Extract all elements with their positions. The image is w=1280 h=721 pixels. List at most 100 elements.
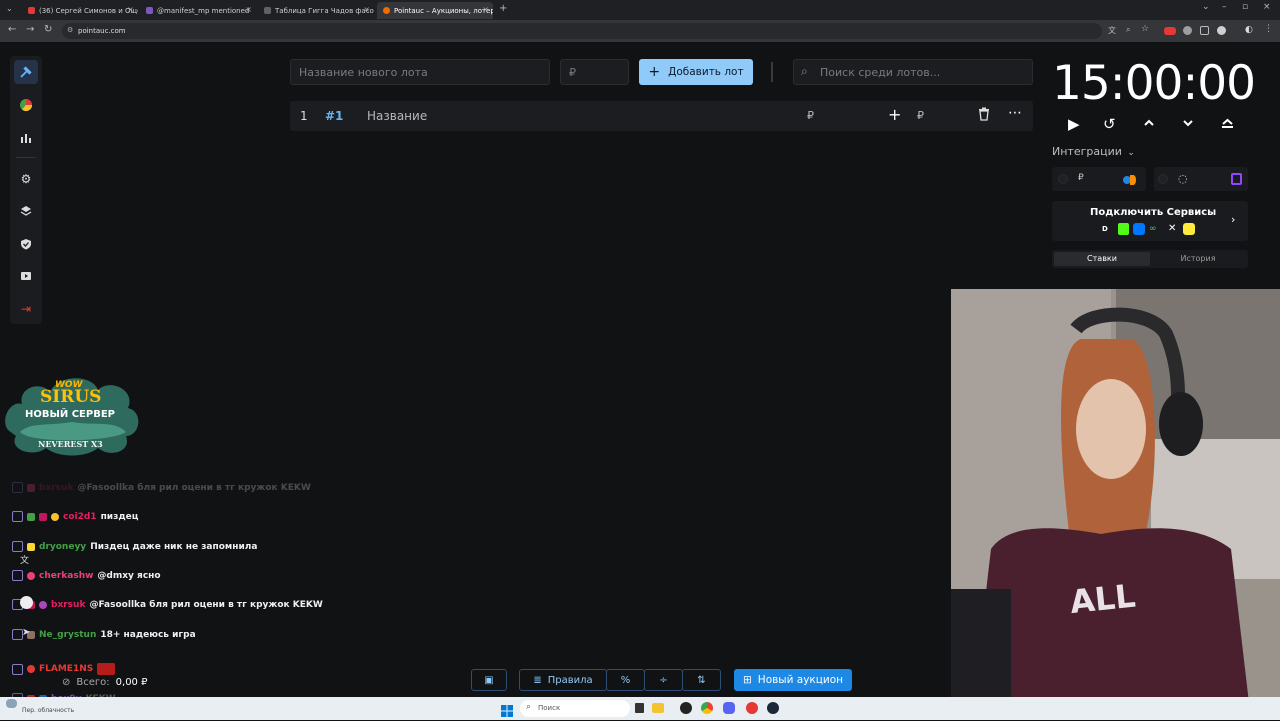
chat-text: 18+ надеюсь игра	[100, 629, 196, 640]
reload-icon[interactable]: ↻	[44, 24, 52, 35]
layers-icon[interactable]	[14, 199, 38, 223]
address-bar[interactable]: ⚙ pointauc.com	[62, 23, 1102, 39]
toggle-off-icon[interactable]	[1058, 174, 1068, 184]
chevron-down-icon: ⌄	[1127, 148, 1135, 158]
lot-amount-currency: ₽	[807, 109, 814, 122]
new-tab-icon[interactable]: +	[499, 3, 507, 14]
chat-text: @dmxy ясно	[97, 570, 161, 581]
chevron-down-icon[interactable]	[1182, 115, 1194, 133]
bids-history-tabs: Ставки История	[1052, 250, 1248, 268]
connect-services-button[interactable]: Подключить Сервисы D ∞ ✕ ›	[1052, 201, 1248, 241]
twitch-icon	[1231, 173, 1242, 185]
stats-icon[interactable]	[14, 126, 38, 150]
integration-card-donationalerts[interactable]: ₽	[1052, 167, 1146, 191]
sync-icon[interactable]: ◐	[1245, 25, 1253, 35]
auction-icon[interactable]	[14, 60, 38, 84]
extension-icon[interactable]	[1183, 26, 1192, 35]
chat-nick: cherkashw	[39, 570, 94, 581]
tab-bids[interactable]: Ставки	[1054, 252, 1150, 266]
integrations-toggle[interactable]: Интеграции ⌄	[1052, 145, 1135, 158]
chevron-up-icon[interactable]	[1143, 115, 1155, 133]
browser-tab-4[interactable]: Pointauc – Аукционы, лотереи ×	[377, 2, 493, 19]
trash-icon[interactable]	[978, 107, 990, 124]
double-up-icon[interactable]	[1221, 115, 1234, 133]
back-icon[interactable]: ←	[8, 24, 16, 35]
amount-currency-placeholder: ₽	[569, 66, 576, 79]
auction-timer: 15:00:00	[1052, 56, 1256, 111]
site-info-icon[interactable]: ⚙	[67, 26, 73, 34]
sort-button[interactable]: ⇅	[682, 669, 721, 691]
browser-tab-3[interactable]: Таблица Гигга Чадов фасольки ×	[258, 2, 374, 19]
app-icon[interactable]	[680, 702, 692, 714]
chat-message: coi2d1 пиздец	[12, 511, 138, 522]
badge-icon	[27, 512, 35, 521]
zoom-icon[interactable]: ⌕	[1126, 25, 1130, 35]
task-view-icon[interactable]	[635, 703, 644, 713]
chat-nick: coi2d1	[63, 511, 97, 522]
extension-icon[interactable]	[1164, 27, 1176, 35]
split-button[interactable]: ÷	[644, 669, 683, 691]
plus-icon[interactable]: +	[888, 105, 901, 124]
windows-start-icon[interactable]	[501, 702, 513, 717]
discord-icon[interactable]	[723, 702, 735, 714]
tab-list-icon[interactable]: ⌄	[6, 4, 13, 13]
promo-realm: NEVEREST X3	[38, 439, 103, 449]
divide-icon: ÷	[659, 674, 668, 686]
steam-icon[interactable]	[767, 702, 779, 714]
plus-icon: +	[648, 64, 661, 80]
profile-icon[interactable]: ⌄	[1202, 2, 1210, 12]
bookmark-star-icon[interactable]: ☆	[1141, 24, 1149, 34]
logout-icon[interactable]: ⇥	[14, 297, 38, 321]
taskbar-search[interactable]: ⌕ Поиск	[520, 700, 630, 717]
save-button[interactable]: ▣	[471, 669, 507, 691]
new-lot-name-input[interactable]: Название нового лота	[290, 59, 550, 85]
video-icon[interactable]	[14, 264, 38, 288]
new-auction-button[interactable]: ⊞ Новый аукцион	[734, 669, 852, 691]
shield-icon[interactable]	[14, 232, 38, 256]
more-icon[interactable]: ⋯	[1008, 105, 1022, 121]
new-lot-amount-input[interactable]: ₽	[560, 59, 629, 85]
lot-add-currency[interactable]: ₽	[917, 109, 924, 122]
browser-tab-4-label: Pointauc – Аукционы, лотереи	[394, 6, 493, 15]
lot-row[interactable]: 1 #1 Название ₽ + ₽ ⋯	[290, 101, 1033, 131]
weather-label: Пер. облачность	[22, 707, 75, 714]
close-tab-icon[interactable]: ×	[127, 5, 134, 14]
lot-name[interactable]: Название	[367, 109, 427, 123]
browser-tab-2-label: @manifest_mp mentioned	[157, 6, 250, 15]
kick-icon	[1118, 223, 1129, 235]
browser-tab-1[interactable]: (36) Сергей Симонов и Ощёл ×	[22, 2, 138, 19]
close-tab-icon[interactable]: ×	[363, 5, 370, 14]
new-lot-name-placeholder: Название нового лота	[299, 66, 428, 79]
chrome-icon[interactable]	[701, 702, 713, 714]
close-tab-icon[interactable]: ×	[245, 5, 252, 14]
lot-search-input[interactable]: ⌕ Поиск среди лотов...	[793, 59, 1033, 85]
heart-icon	[39, 600, 47, 609]
integration-card-twitch[interactable]: ◌	[1154, 167, 1248, 191]
play-icon[interactable]: ▶	[1068, 115, 1080, 133]
maximize-icon[interactable]: ▫	[1242, 2, 1248, 12]
vk-icon	[1133, 223, 1145, 235]
extension-icon[interactable]	[1200, 26, 1209, 35]
app-icon[interactable]	[746, 702, 758, 714]
browser-tab-2[interactable]: @manifest_mp mentioned ×	[140, 2, 256, 19]
translate-icon[interactable]: 文	[1108, 25, 1116, 36]
connect-services-label: Подключить Сервисы	[1090, 207, 1217, 218]
add-lot-button[interactable]: + Добавить лот	[639, 59, 753, 85]
forward-icon[interactable]: →	[26, 24, 34, 35]
close-window-icon[interactable]: ×	[1263, 2, 1271, 12]
browser-tab-3-label: Таблица Гигга Чадов фасольки	[275, 6, 374, 15]
close-tab-icon[interactable]: ×	[482, 5, 489, 14]
eye-off-icon[interactable]: ⊘	[62, 677, 70, 688]
total-value: 0,00 ₽	[115, 677, 148, 688]
tab-history[interactable]: История	[1150, 252, 1246, 266]
toggle-off-icon[interactable]	[1158, 174, 1168, 184]
percent-button[interactable]: %	[606, 669, 645, 691]
menu-icon[interactable]: ⋮	[1264, 24, 1273, 34]
reset-icon[interactable]: ↺	[1103, 115, 1116, 133]
rules-button[interactable]: ≣ Правила	[519, 669, 607, 691]
wheel-icon[interactable]	[14, 93, 38, 117]
settings-icon[interactable]: ⚙	[14, 167, 38, 191]
extension-icon[interactable]	[1217, 26, 1226, 35]
file-explorer-icon[interactable]	[652, 703, 664, 713]
minimize-icon[interactable]: –	[1222, 2, 1227, 12]
